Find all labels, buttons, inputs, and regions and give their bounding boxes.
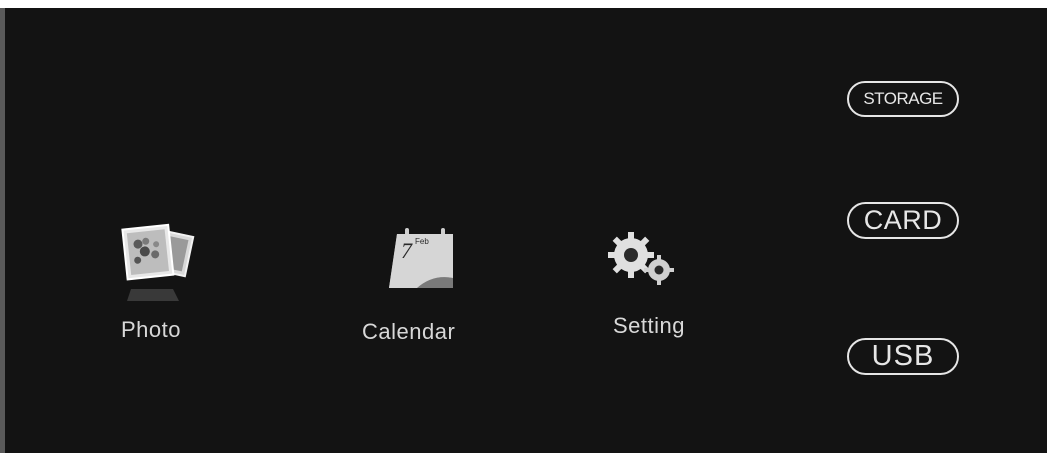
setting-menu-item[interactable]: Setting: [595, 8, 725, 368]
calendar-icon: 7 Feb: [389, 228, 453, 288]
usb-button[interactable]: USB: [847, 338, 959, 375]
calendar-month: Feb: [415, 237, 429, 246]
storage-button[interactable]: STORAGE: [847, 81, 959, 117]
calendar-day: 7: [401, 238, 413, 263]
calendar-label: Calendar: [362, 319, 456, 344]
setting-label: Setting: [613, 313, 685, 338]
photo-label: Photo: [121, 317, 181, 342]
photo-icon: [121, 223, 195, 301]
calendar-menu-item[interactable]: 7 Feb Calendar: [345, 8, 535, 368]
photo-menu-item[interactable]: Photo: [5, 8, 265, 368]
main-menu-screen: Photo 7 Feb Calendar Setting STORAGE CAR…: [0, 8, 1047, 453]
gears-icon: [608, 232, 674, 285]
card-button[interactable]: CARD: [847, 202, 959, 239]
